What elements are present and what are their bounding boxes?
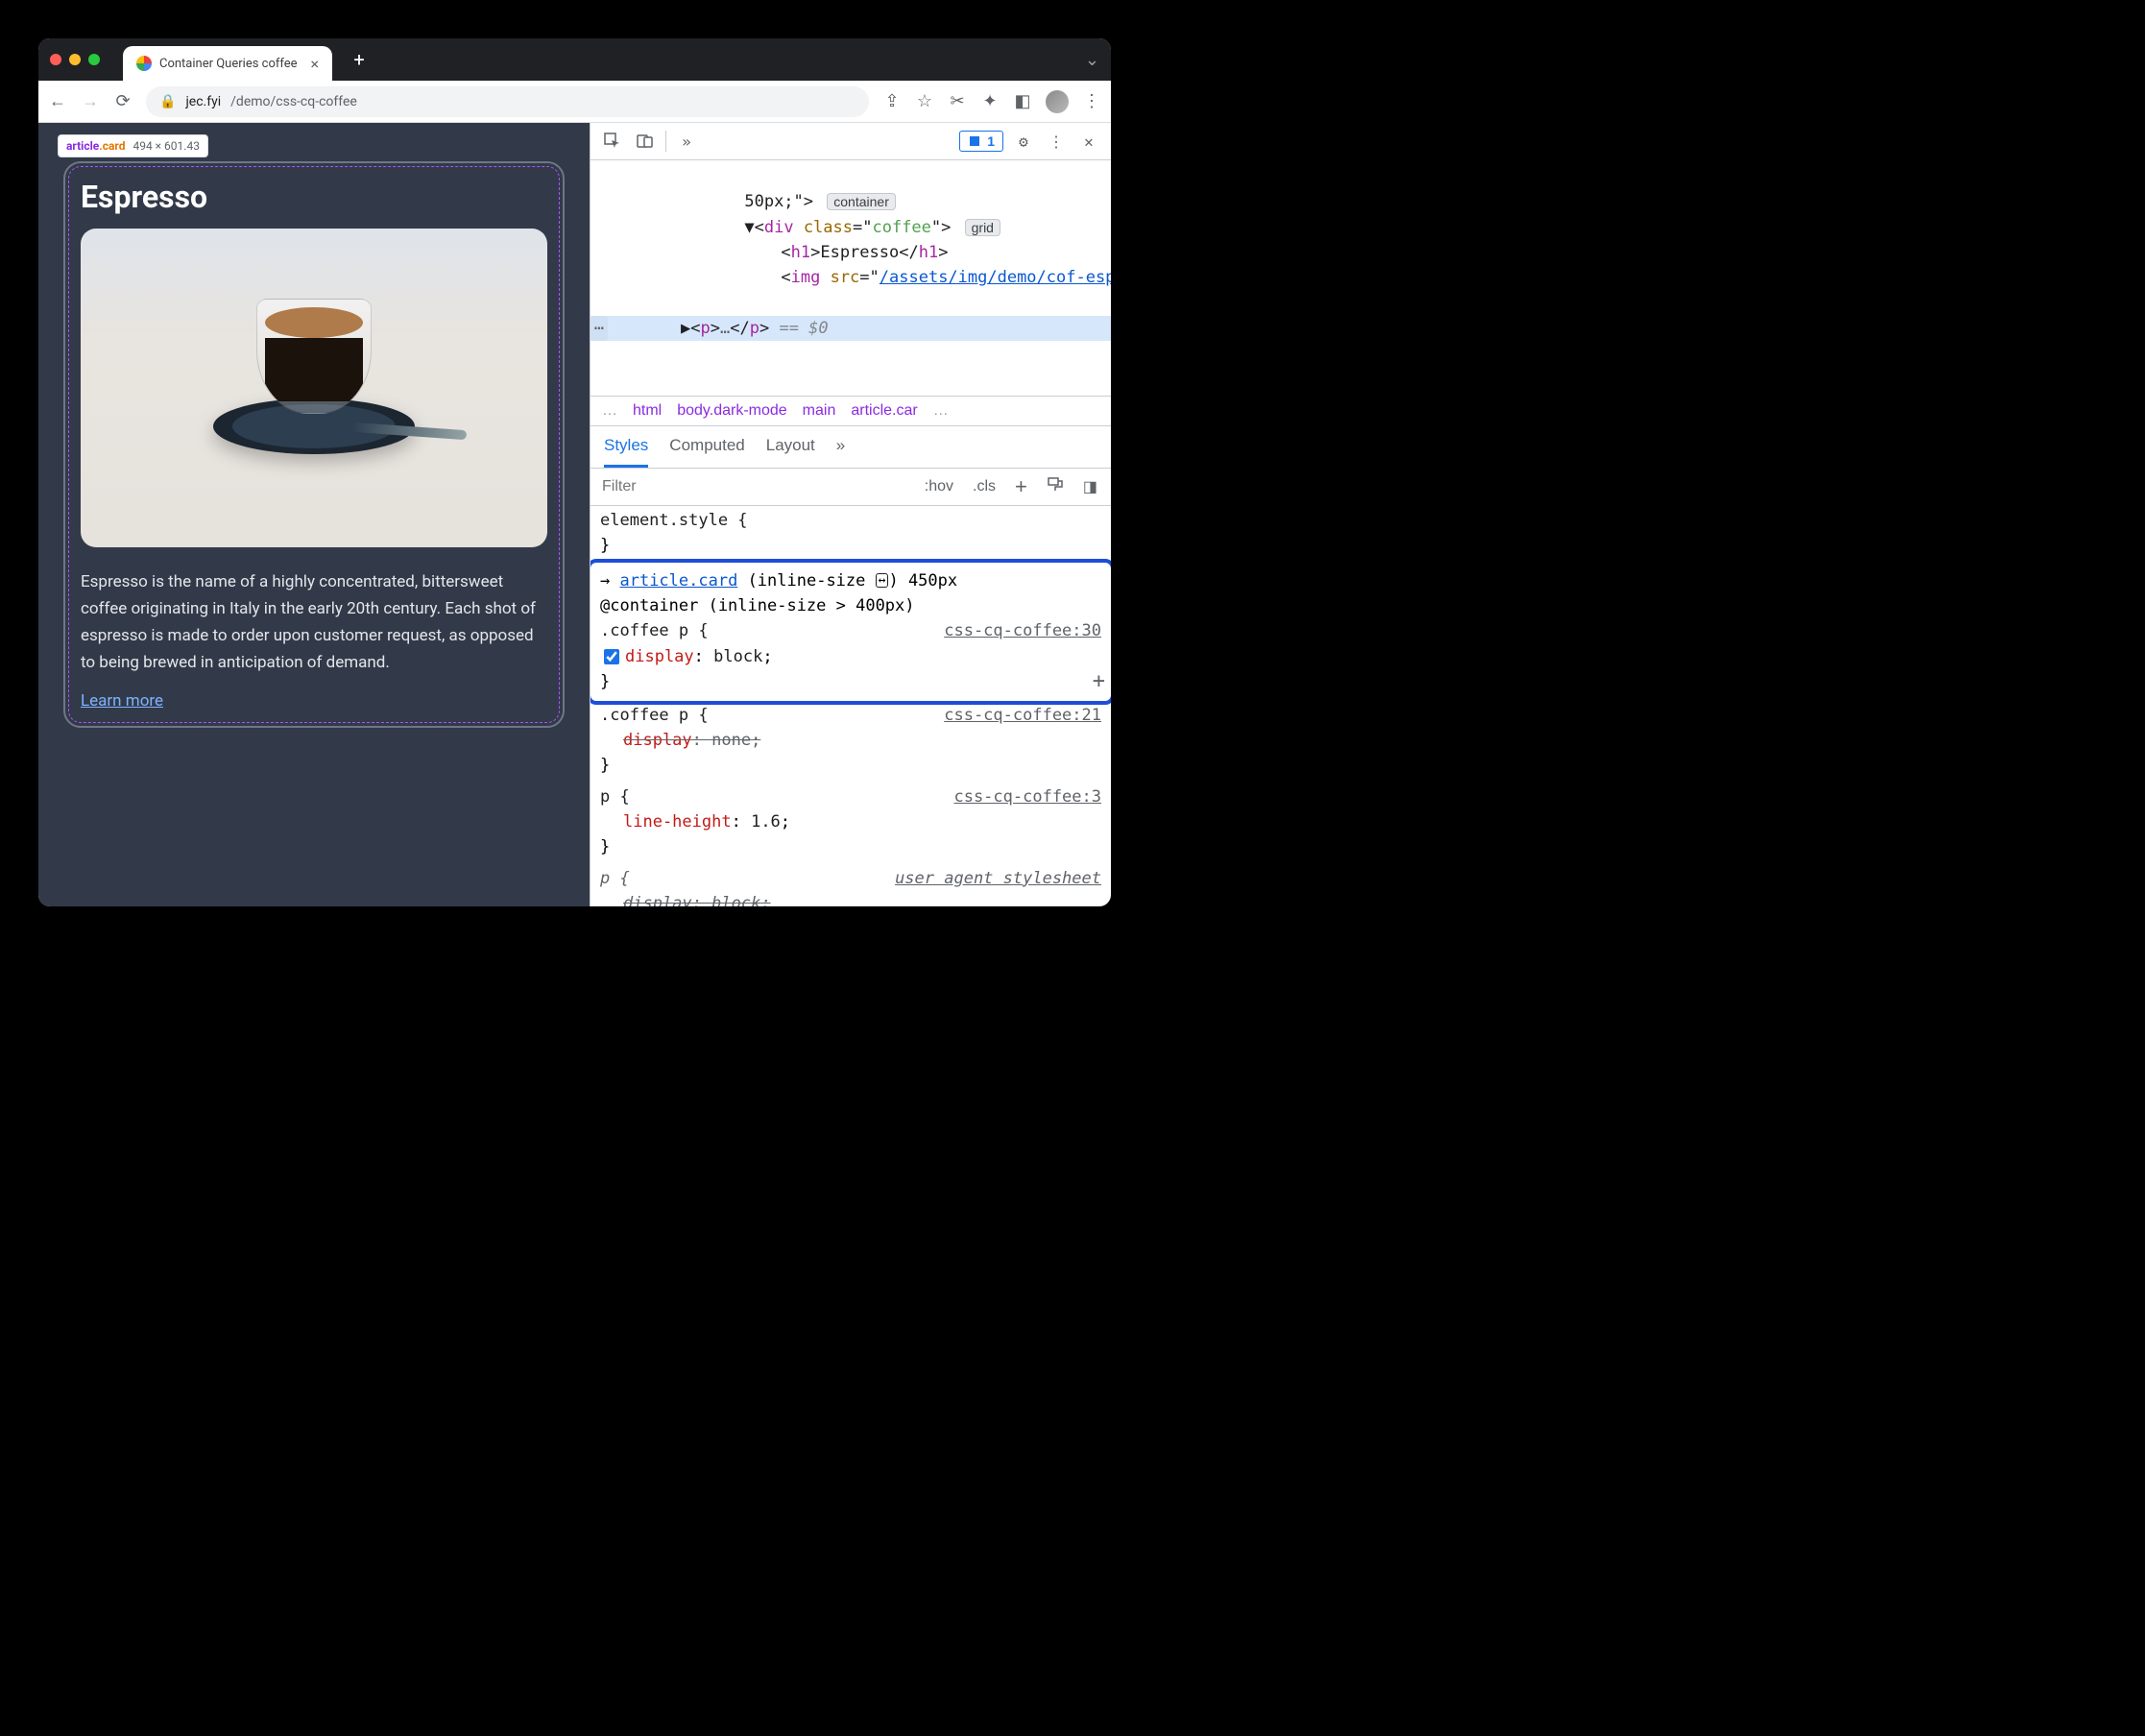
- extensions-icon[interactable]: ✦: [980, 92, 1000, 111]
- rule2-source-link[interactable]: css-cq-coffee:21: [944, 703, 1101, 728]
- rule-coffee-p[interactable]: css-cq-coffee:21.coffee p { display: non…: [590, 701, 1111, 783]
- devtools-menu-icon[interactable]: ⋮: [1044, 129, 1069, 154]
- close-window-button[interactable]: [50, 54, 61, 65]
- issues-count: 1: [987, 133, 995, 149]
- crumb-overflow-left[interactable]: …: [602, 402, 617, 420]
- img-src-link[interactable]: /assets/img/demo/cof-espresso.jpg: [880, 268, 1111, 287]
- card-heading: Espresso: [81, 179, 547, 215]
- browser-tab[interactable]: Container Queries coffee ×: [123, 46, 332, 81]
- crumb-html[interactable]: html: [633, 402, 662, 420]
- styles-filter-bar: :hov .cls + ◨: [590, 469, 1111, 506]
- crumb-main[interactable]: main: [803, 402, 836, 420]
- maximize-window-button[interactable]: [88, 54, 100, 65]
- browser-toolbar: ← → ⟳ 🔒 jec.fyi/demo/css-cq-coffee ⇪ ☆ ✂…: [38, 81, 1111, 123]
- rule3-source-link[interactable]: css-cq-coffee:3: [953, 784, 1101, 809]
- traffic-lights: [50, 54, 100, 65]
- toggle-sidebar-icon[interactable]: ◨: [1077, 475, 1103, 498]
- new-style-rule-icon[interactable]: +: [1009, 472, 1033, 501]
- favicon-icon: [136, 56, 152, 71]
- profile-avatar[interactable]: [1046, 90, 1069, 113]
- more-tabs-icon[interactable]: »: [674, 129, 699, 154]
- bookmark-icon[interactable]: ☆: [915, 92, 934, 111]
- styles-filter-input[interactable]: [598, 472, 911, 501]
- element-inspect-tooltip: article.card 494 × 601.43: [58, 134, 208, 157]
- minimize-window-button[interactable]: [69, 54, 81, 65]
- tab-layout[interactable]: Layout: [766, 436, 815, 468]
- settings-gear-icon[interactable]: ⚙: [1011, 129, 1036, 154]
- cls-toggle[interactable]: .cls: [967, 476, 1001, 497]
- inline-size-icon: ↔: [876, 573, 889, 588]
- rule1-prop-checkbox[interactable]: [604, 649, 619, 664]
- tooltip-class: .card: [99, 139, 125, 153]
- issues-badge[interactable]: 1: [959, 131, 1003, 152]
- breadcrumb[interactable]: … html body.dark-mode main article.car …: [590, 396, 1111, 426]
- container-link[interactable]: article.card: [619, 571, 737, 591]
- window-titlebar: Container Queries coffee × + ⌄: [38, 38, 1111, 81]
- rule-container-query[interactable]: → article.card (inline-size ↔) 450px @co…: [590, 563, 1111, 701]
- devtools-toolbar: » 1 ⚙ ⋮ ✕: [590, 123, 1111, 160]
- crumb-overflow-right[interactable]: …: [933, 402, 949, 420]
- tooltip-tag: article: [66, 139, 99, 153]
- devtools-panel: » 1 ⚙ ⋮ ✕ 50px;"> container ▼<div class=…: [590, 123, 1111, 906]
- hov-toggle[interactable]: :hov: [919, 476, 959, 497]
- tab-title: Container Queries coffee: [159, 57, 298, 71]
- styles-subtabs: Styles Computed Layout »: [590, 426, 1111, 469]
- browser-window: Container Queries coffee × + ⌄ ← → ⟳ 🔒 j…: [38, 38, 1111, 906]
- lock-icon: 🔒: [159, 94, 176, 109]
- article-card[interactable]: Espresso Espresso is the name of a highl…: [63, 161, 565, 728]
- content-row: article.card 494 × 601.43 Espresso Espre…: [38, 123, 1111, 906]
- tooltip-dimensions: 494 × 601.43: [133, 139, 199, 153]
- issues-icon: [968, 134, 981, 148]
- grid-badge[interactable]: grid: [965, 219, 1000, 236]
- rule4-source: user agent stylesheet: [895, 866, 1101, 891]
- card-paragraph: Espresso is the name of a highly concent…: [81, 568, 547, 676]
- elements-tree[interactable]: 50px;"> container ▼<div class="coffee"> …: [590, 160, 1111, 396]
- back-button[interactable]: ←: [48, 92, 67, 111]
- inspect-element-icon[interactable]: [600, 129, 625, 154]
- learn-more-link[interactable]: Learn more: [81, 691, 163, 711]
- devtools-close-icon[interactable]: ✕: [1076, 129, 1101, 154]
- crumb-article[interactable]: article.car: [851, 402, 917, 420]
- scissors-icon[interactable]: ✂︎: [948, 92, 967, 111]
- url-host: jec.fyi: [185, 94, 221, 109]
- tab-more-icon[interactable]: »: [836, 436, 845, 468]
- close-tab-icon[interactable]: ×: [311, 55, 320, 73]
- selected-dom-node[interactable]: ⋯▶<p>…</p> == $0: [590, 316, 1111, 341]
- tabs-overflow-icon[interactable]: ⌄: [1085, 50, 1099, 70]
- tab-styles[interactable]: Styles: [604, 436, 648, 468]
- rule-element-style[interactable]: element.style { }: [590, 506, 1111, 563]
- paint-icon[interactable]: [1041, 474, 1070, 500]
- rule-p-lineheight[interactable]: css-cq-coffee:3p { line-height: 1.6; }: [590, 783, 1111, 864]
- tab-computed[interactable]: Computed: [669, 436, 744, 468]
- rendered-page: article.card 494 × 601.43 Espresso Espre…: [38, 123, 590, 906]
- card-image: [81, 229, 547, 547]
- share-icon[interactable]: ⇪: [882, 92, 902, 111]
- forward-button[interactable]: →: [81, 92, 100, 111]
- new-tab-button[interactable]: +: [346, 46, 373, 73]
- rule-ua-p[interactable]: user agent stylesheetp { display: block;…: [590, 864, 1111, 906]
- chrome-menu-icon[interactable]: ⋮: [1082, 92, 1101, 111]
- crumb-body[interactable]: body.dark-mode: [677, 402, 786, 420]
- rule1-source-link[interactable]: css-cq-coffee:30: [944, 618, 1101, 643]
- add-declaration-icon[interactable]: +: [1093, 665, 1105, 698]
- container-badge[interactable]: container: [827, 193, 896, 210]
- address-bar[interactable]: 🔒 jec.fyi/demo/css-cq-coffee: [146, 86, 869, 117]
- styles-pane[interactable]: element.style { } → article.card (inline…: [590, 506, 1111, 906]
- sidepanel-icon[interactable]: ◧: [1013, 92, 1032, 111]
- reload-button[interactable]: ⟳: [113, 92, 133, 111]
- device-toolbar-icon[interactable]: [633, 129, 658, 154]
- url-path: /demo/css-cq-coffee: [230, 94, 357, 109]
